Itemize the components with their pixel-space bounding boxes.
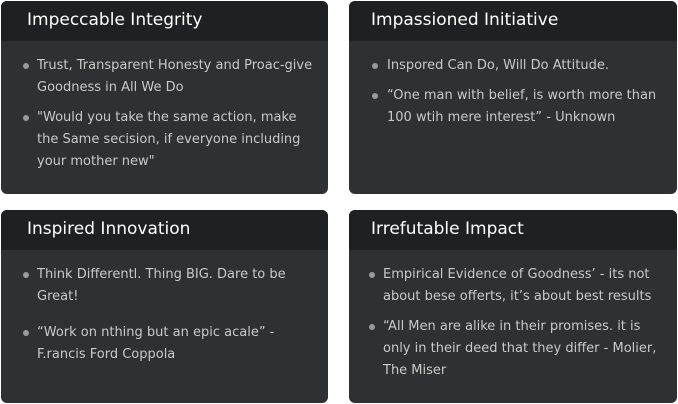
bullet-icon: [369, 324, 375, 330]
bullet-icon: [23, 272, 29, 278]
list-item: “One man with belief, is worth more than…: [349, 85, 677, 129]
bullet-list: Think Differentl. Thing BIG. Dare to be …: [1, 264, 328, 366]
list-item: "Would you take the same action, make th…: [1, 107, 328, 173]
list-item: “All Men are alike in their promises. it…: [349, 316, 677, 382]
list-item: Empirical Evidence of Goodness’ - its no…: [349, 264, 677, 308]
list-item: Think Differentl. Thing BIG. Dare to be …: [1, 264, 328, 308]
card-impeccable-integrity: Impeccable Integrity Trust, Transparent …: [1, 1, 328, 194]
list-item-text: Inspored Can Do, Will Do Attitude.: [387, 58, 609, 73]
bullet-icon: [23, 63, 29, 69]
card-body: Inspored Can Do, Will Do Attitude. “One …: [349, 41, 677, 129]
card-inspired-innovation: Inspired Innovation Think Differentl. Th…: [1, 210, 328, 403]
bullet-icon: [23, 115, 29, 121]
card-title: Impeccable Integrity: [1, 1, 328, 41]
card-body: Empirical Evidence of Goodness’ - its no…: [349, 250, 677, 382]
bullet-list: Inspored Can Do, Will Do Attitude. “One …: [349, 55, 677, 129]
bullet-icon: [369, 272, 375, 278]
list-item-text: Think Differentl. Thing BIG. Dare to be …: [37, 267, 286, 304]
list-item-text: Trust, Transparent Honesty and Proac-giv…: [37, 58, 313, 95]
list-item-text: "Would you take the same action, make th…: [37, 110, 301, 169]
list-item: Trust, Transparent Honesty and Proac-giv…: [1, 55, 328, 99]
list-item: “Work on nthing but an epic acale” - F.r…: [1, 322, 328, 366]
card-body: Think Differentl. Thing BIG. Dare to be …: [1, 250, 328, 366]
card-title: Inspired Innovation: [1, 210, 328, 250]
card-irrefutable-impact: Irrefutable Impact Empirical Evidence of…: [349, 210, 677, 403]
list-item-text: Empirical Evidence of Goodness’ - its no…: [383, 267, 652, 304]
bullet-icon: [372, 63, 378, 69]
bullet-list: Empirical Evidence of Goodness’ - its no…: [349, 264, 677, 382]
card-body: Trust, Transparent Honesty and Proac-giv…: [1, 41, 328, 173]
card-title: Impassioned Initiative: [349, 1, 677, 41]
bullet-icon: [23, 330, 29, 336]
bullet-list: Trust, Transparent Honesty and Proac-giv…: [1, 55, 328, 173]
bullet-icon: [372, 93, 378, 99]
list-item: Inspored Can Do, Will Do Attitude.: [349, 55, 677, 77]
list-item-text: “Work on nthing but an epic acale” - F.r…: [37, 325, 275, 362]
list-item-text: “All Men are alike in their promises. it…: [383, 319, 657, 378]
list-item-text: “One man with belief, is worth more than…: [387, 88, 657, 125]
card-title: Irrefutable Impact: [349, 210, 677, 250]
card-impassioned-initiative: Impassioned Initiative Inspored Can Do, …: [349, 1, 677, 194]
